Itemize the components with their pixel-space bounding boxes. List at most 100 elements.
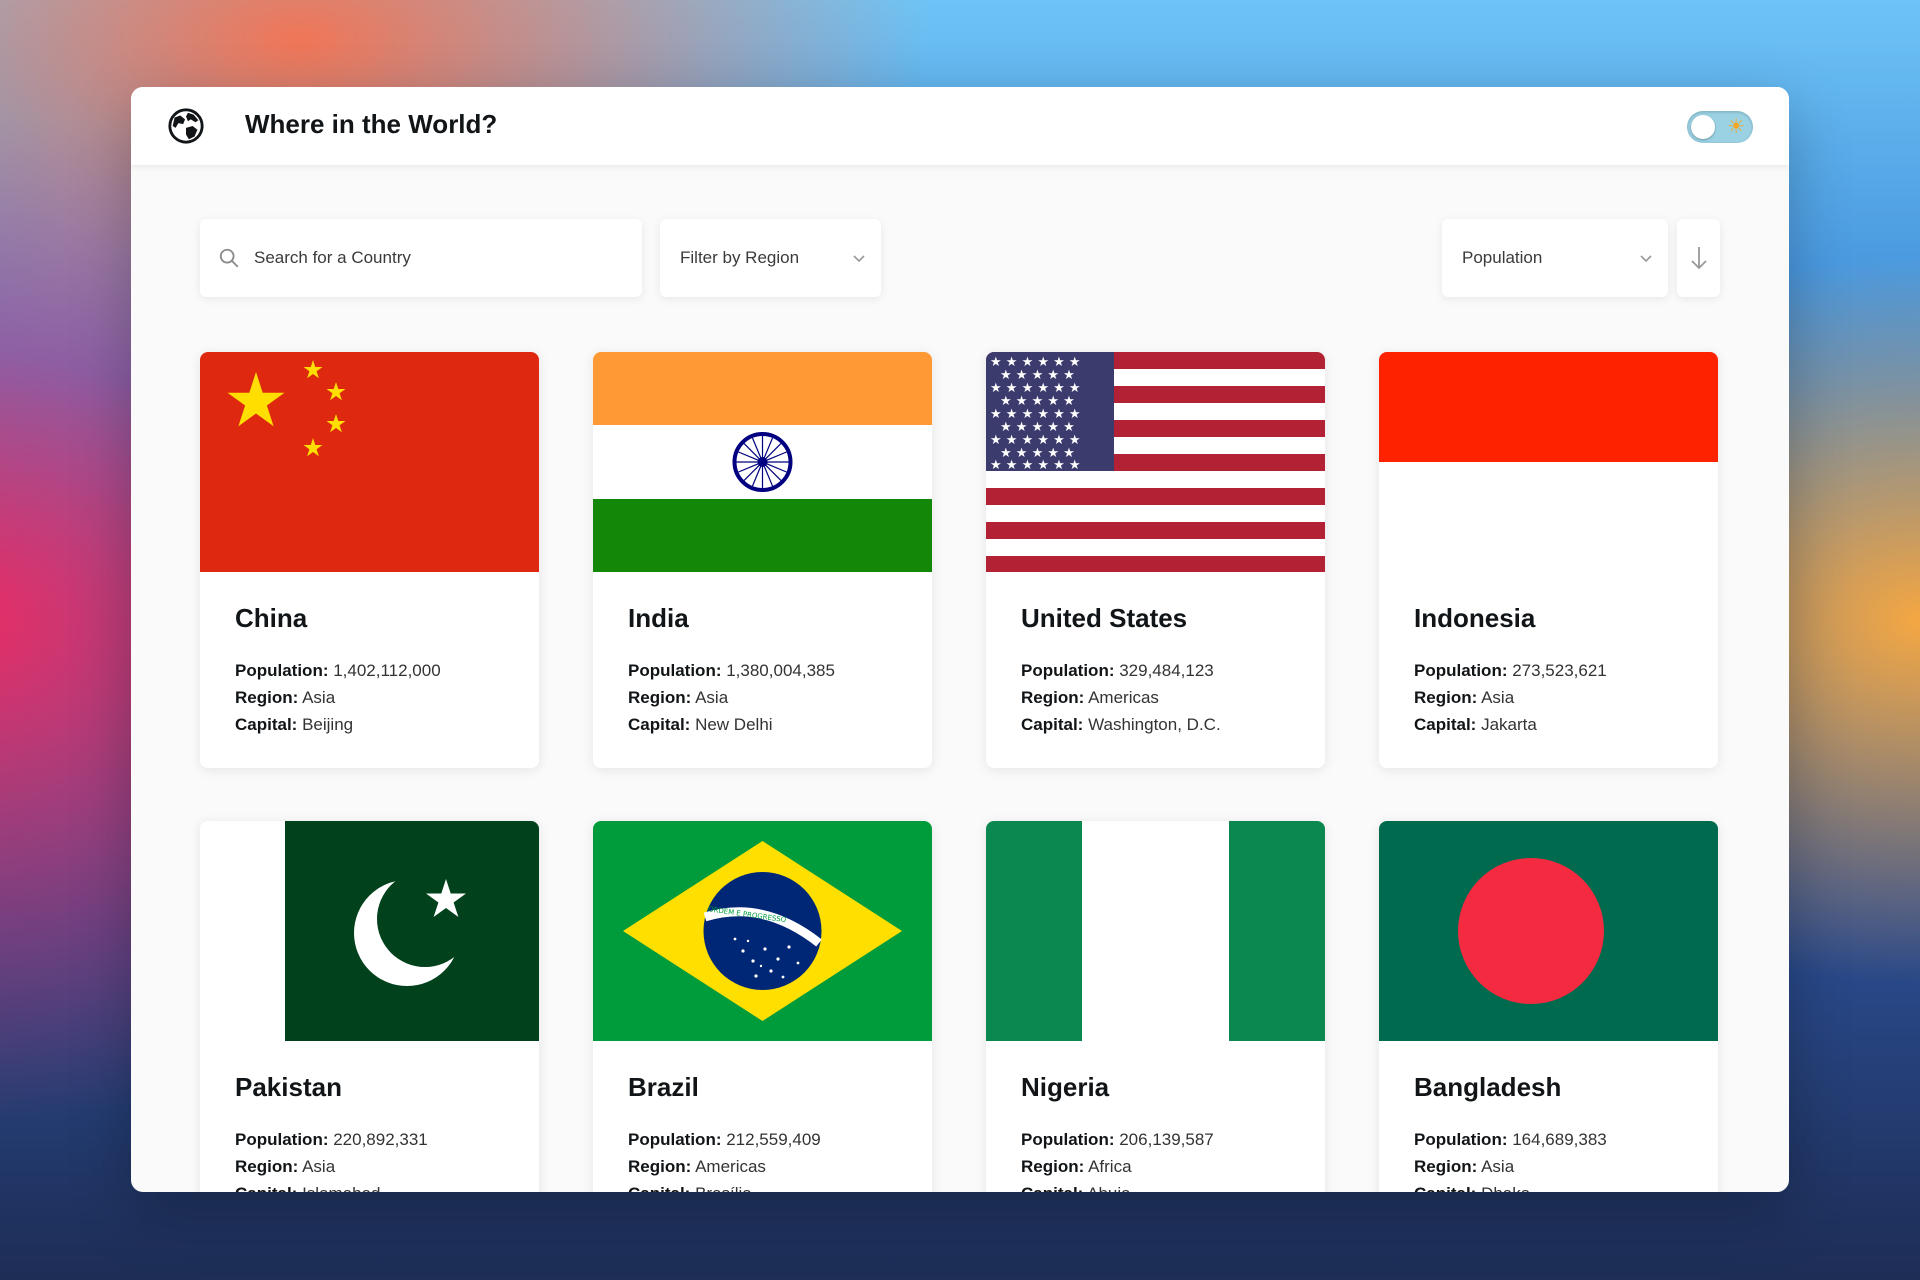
capital-label: Capital: — [1021, 1184, 1083, 1192]
country-card-nigeria[interactable]: Nigeria Population: 206,139,587 Region: … — [986, 821, 1325, 1192]
brazil-flag-image: ORDEM E PROGRESSO — [593, 821, 932, 1041]
population-label: Population: — [628, 661, 722, 680]
population-label: Population: — [1021, 661, 1115, 680]
chevron-down-icon — [853, 255, 865, 263]
population-row: Population: 212,559,409 — [628, 1126, 821, 1153]
india-flag-image — [593, 352, 932, 572]
region-value: Asia — [302, 688, 336, 707]
population-row: Population: 220,892,331 — [235, 1126, 428, 1153]
country-name: Nigeria — [1021, 1072, 1110, 1102]
country-name: Brazil — [628, 1072, 699, 1102]
united-states-flag-image: ★ ★ ★ ★ ★ ★ ★ ★ ★ ★ ★ ★ ★ ★ ★ ★ ★ ★ ★ ★ … — [986, 352, 1325, 572]
search-box[interactable] — [200, 219, 642, 297]
population-row: Population: 1,380,004,385 — [628, 657, 835, 684]
population-row: Population: 206,139,587 — [1021, 1126, 1214, 1153]
country-card-brazil[interactable]: ORDEM E PROGRESSO Brazil Population: 212… — [593, 821, 932, 1192]
region-row: Region: Asia — [628, 684, 835, 711]
region-label: Region: — [628, 688, 692, 707]
region-row: Region: Africa — [1021, 1153, 1214, 1180]
capital-label: Capital: — [1021, 715, 1084, 734]
population-value: 1,380,004,385 — [726, 661, 835, 680]
country-card-united-states[interactable]: ★ ★ ★ ★ ★ ★ ★ ★ ★ ★ ★ ★ ★ ★ ★ ★ ★ ★ ★ ★ … — [986, 352, 1325, 768]
country-details: Population: 220,892,331 Region: Asia Cap… — [235, 1126, 428, 1192]
country-name: India — [628, 603, 689, 633]
population-row: Population: 164,689,383 — [1414, 1126, 1607, 1153]
country-card-india[interactable]: India Population: 1,380,004,385 Region: … — [593, 352, 932, 768]
capital-label: Capital: — [1414, 1184, 1476, 1192]
region-filter-dropdown[interactable]: Filter by Region — [660, 219, 881, 297]
region-value: Asia — [1481, 1157, 1515, 1176]
country-name: Pakistan — [235, 1072, 342, 1102]
country-name: United States — [1021, 603, 1188, 633]
population-value: 1,402,112,000 — [333, 661, 441, 680]
country-card-pakistan[interactable]: Pakistan Population: 220,892,331 Region:… — [200, 821, 539, 1192]
theme-toggle[interactable]: ☀ — [1687, 111, 1753, 143]
indonesia-flag-image — [1379, 352, 1718, 572]
capital-value: New Delhi — [695, 715, 773, 734]
region-filter-label: Filter by Region — [680, 248, 800, 267]
population-row: Population: 1,402,112,000 — [235, 657, 441, 684]
capital-label: Capital: — [1414, 715, 1477, 734]
country-card-china[interactable]: China Population: 1,402,112,000 Region: … — [200, 352, 539, 768]
sort-order-button[interactable] — [1677, 219, 1720, 297]
capital-row: Capital: Dhaka — [1414, 1180, 1607, 1192]
app-header: Where in the World? ☀ — [131, 87, 1789, 165]
capital-value: Washington, D.C. — [1088, 715, 1221, 734]
region-label: Region: — [1021, 688, 1085, 707]
region-value: Asia — [302, 1157, 336, 1176]
population-label: Population: — [1414, 1130, 1508, 1149]
capital-value: Jakarta — [1481, 715, 1537, 734]
capital-label: Capital: — [628, 1184, 690, 1192]
region-label: Region: — [235, 688, 299, 707]
country-details: Population: 164,689,383 Region: Asia Cap… — [1414, 1126, 1607, 1192]
capital-row: Capital: Washington, D.C. — [1021, 711, 1221, 738]
population-value: 273,523,621 — [1512, 661, 1607, 680]
region-row: Region: Americas — [1021, 684, 1221, 711]
search-icon — [219, 248, 239, 268]
population-value: 206,139,587 — [1119, 1130, 1214, 1149]
capital-label: Capital: — [235, 1184, 297, 1192]
arrow-down-icon — [1690, 247, 1707, 270]
capital-row: Capital: Islamabad — [235, 1180, 428, 1192]
capital-row: Capital: Abuja — [1021, 1180, 1214, 1192]
capital-value: Dhaka — [1481, 1184, 1530, 1192]
population-label: Population: — [628, 1130, 722, 1149]
capital-row: Capital: Beijing — [235, 711, 441, 738]
region-row: Region: Asia — [235, 1153, 428, 1180]
country-card-bangladesh[interactable]: Bangladesh Population: 164,689,383 Regio… — [1379, 821, 1718, 1192]
region-row: Region: Asia — [1414, 684, 1607, 711]
capital-label: Capital: — [628, 715, 691, 734]
capital-value: Islamabad — [302, 1184, 380, 1192]
population-value: 212,559,409 — [726, 1130, 821, 1149]
country-name: China — [235, 603, 308, 633]
population-label: Population: — [1414, 661, 1508, 680]
svg-text:★ ★ ★ ★ ★ ★: ★ ★ ★ ★ ★ ★ — [990, 458, 1081, 473]
bangladesh-flag-image — [1379, 821, 1718, 1041]
capital-value: Brasília — [695, 1184, 752, 1192]
capital-value: Abuja — [1087, 1184, 1130, 1192]
region-row: Region: Americas — [628, 1153, 821, 1180]
country-details: Population: 206,139,587 Region: Africa C… — [1021, 1126, 1214, 1192]
region-label: Region: — [1414, 1157, 1478, 1176]
region-value: Americas — [1088, 688, 1159, 707]
toggle-knob — [1691, 115, 1715, 139]
sort-by-dropdown[interactable]: Population — [1442, 219, 1668, 297]
region-row: Region: Asia — [1414, 1153, 1607, 1180]
capital-label: Capital: — [235, 715, 298, 734]
region-label: Region: — [628, 1157, 692, 1176]
region-row: Region: Asia — [235, 684, 441, 711]
capital-value: Beijing — [302, 715, 354, 734]
region-label: Region: — [1021, 1157, 1085, 1176]
region-value: Asia — [1481, 688, 1515, 707]
search-input[interactable] — [252, 247, 616, 269]
capital-row: Capital: Brasília — [628, 1180, 821, 1192]
country-card-indonesia[interactable]: Indonesia Population: 273,523,621 Region… — [1379, 352, 1718, 768]
population-value: 164,689,383 — [1512, 1130, 1607, 1149]
region-label: Region: — [235, 1157, 299, 1176]
china-flag-image — [200, 352, 539, 572]
sort-by-label: Population — [1462, 248, 1543, 267]
population-label: Population: — [235, 661, 329, 680]
country-details: Population: 1,380,004,385 Region: Asia C… — [628, 657, 835, 738]
pakistan-flag-image — [200, 821, 539, 1041]
chevron-down-icon — [1640, 255, 1652, 263]
